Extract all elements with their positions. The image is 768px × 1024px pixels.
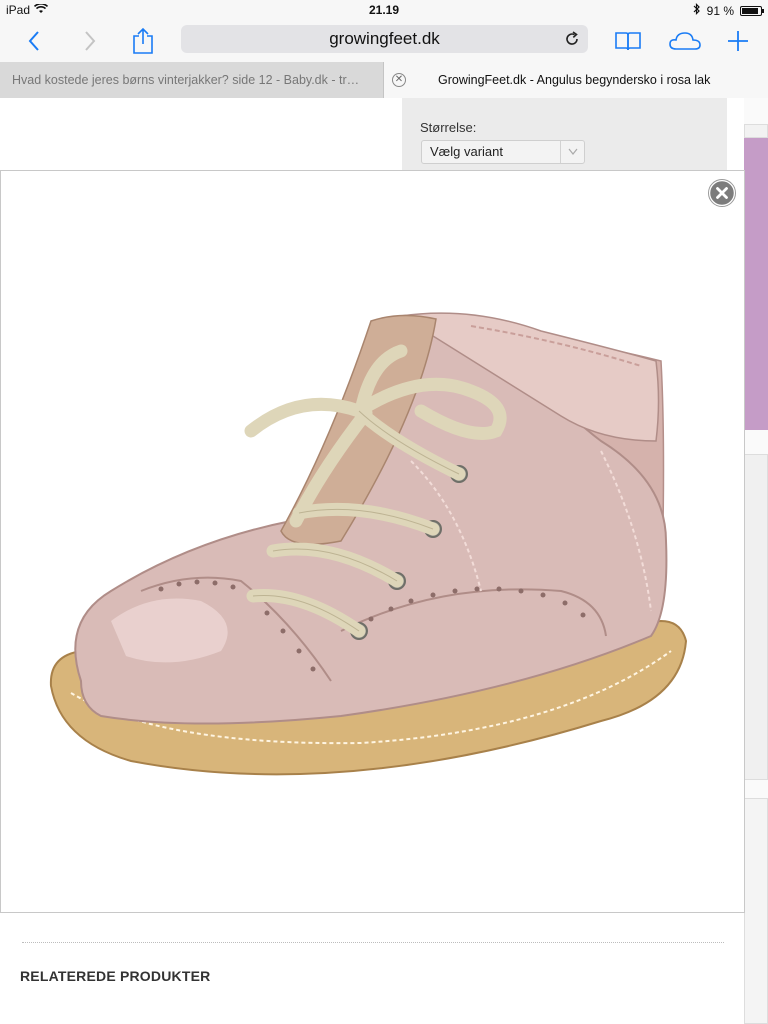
chevron-right-icon: [85, 31, 96, 51]
battery-fill: [742, 7, 759, 14]
bookmarks-button[interactable]: [612, 25, 644, 57]
icloud-tabs-button[interactable]: [666, 25, 704, 57]
battery-percent: 91 %: [706, 3, 734, 18]
sidebar-block: [744, 124, 768, 138]
image-lightbox: [0, 170, 745, 913]
size-label: Størrelse:: [420, 120, 477, 135]
variant-selected-value: Vælg variant: [430, 144, 503, 159]
plus-icon: [728, 31, 748, 51]
status-bar: iPad 21.19 91 %: [0, 0, 768, 20]
tab-label: Hvad kostede jeres børns vinterjakker? s…: [12, 73, 360, 87]
tab-label: GrowingFeet.dk - Angulus begyndersko i r…: [438, 73, 711, 87]
close-lightbox-button[interactable]: [708, 179, 736, 207]
sidebar-block: [744, 798, 768, 1024]
cloud-icon: [669, 32, 701, 50]
section-divider: [22, 942, 724, 943]
close-tab-button[interactable]: ✕: [392, 73, 406, 87]
address-bar[interactable]: growingfeet.dk: [181, 25, 588, 53]
product-image-shoe: [49, 312, 688, 776]
back-button[interactable]: [18, 25, 50, 57]
sidebar-banner[interactable]: [744, 138, 768, 430]
chevron-left-icon: [28, 31, 39, 51]
share-icon: [133, 27, 153, 54]
related-products-heading: RELATEREDE PRODUKTER: [20, 968, 211, 984]
new-tab-button[interactable]: [722, 25, 754, 57]
tab-bar: Hvad kostede jeres børns vinterjakker? s…: [0, 62, 768, 98]
sidebar-block: [744, 454, 768, 780]
close-icon: ✕: [394, 74, 404, 85]
variant-panel: Størrelse: Vælg variant: [402, 98, 727, 178]
bluetooth-icon: [693, 3, 701, 18]
battery-icon: [740, 5, 764, 16]
variant-dropdown[interactable]: Vælg variant: [421, 140, 585, 164]
status-right: 91 %: [693, 3, 764, 18]
forward-button[interactable]: [74, 25, 106, 57]
url-text: growingfeet.dk: [329, 29, 440, 48]
status-time: 21.19: [368, 3, 400, 17]
tab-babydk[interactable]: Hvad kostede jeres børns vinterjakker? s…: [0, 62, 384, 98]
book-icon: [615, 32, 641, 51]
browser-toolbar: growingfeet.dk: [0, 20, 768, 62]
share-button[interactable]: [127, 25, 159, 57]
chevron-down-icon: [560, 141, 584, 163]
reload-icon[interactable]: [564, 31, 580, 47]
right-sidebar: [744, 98, 768, 1024]
